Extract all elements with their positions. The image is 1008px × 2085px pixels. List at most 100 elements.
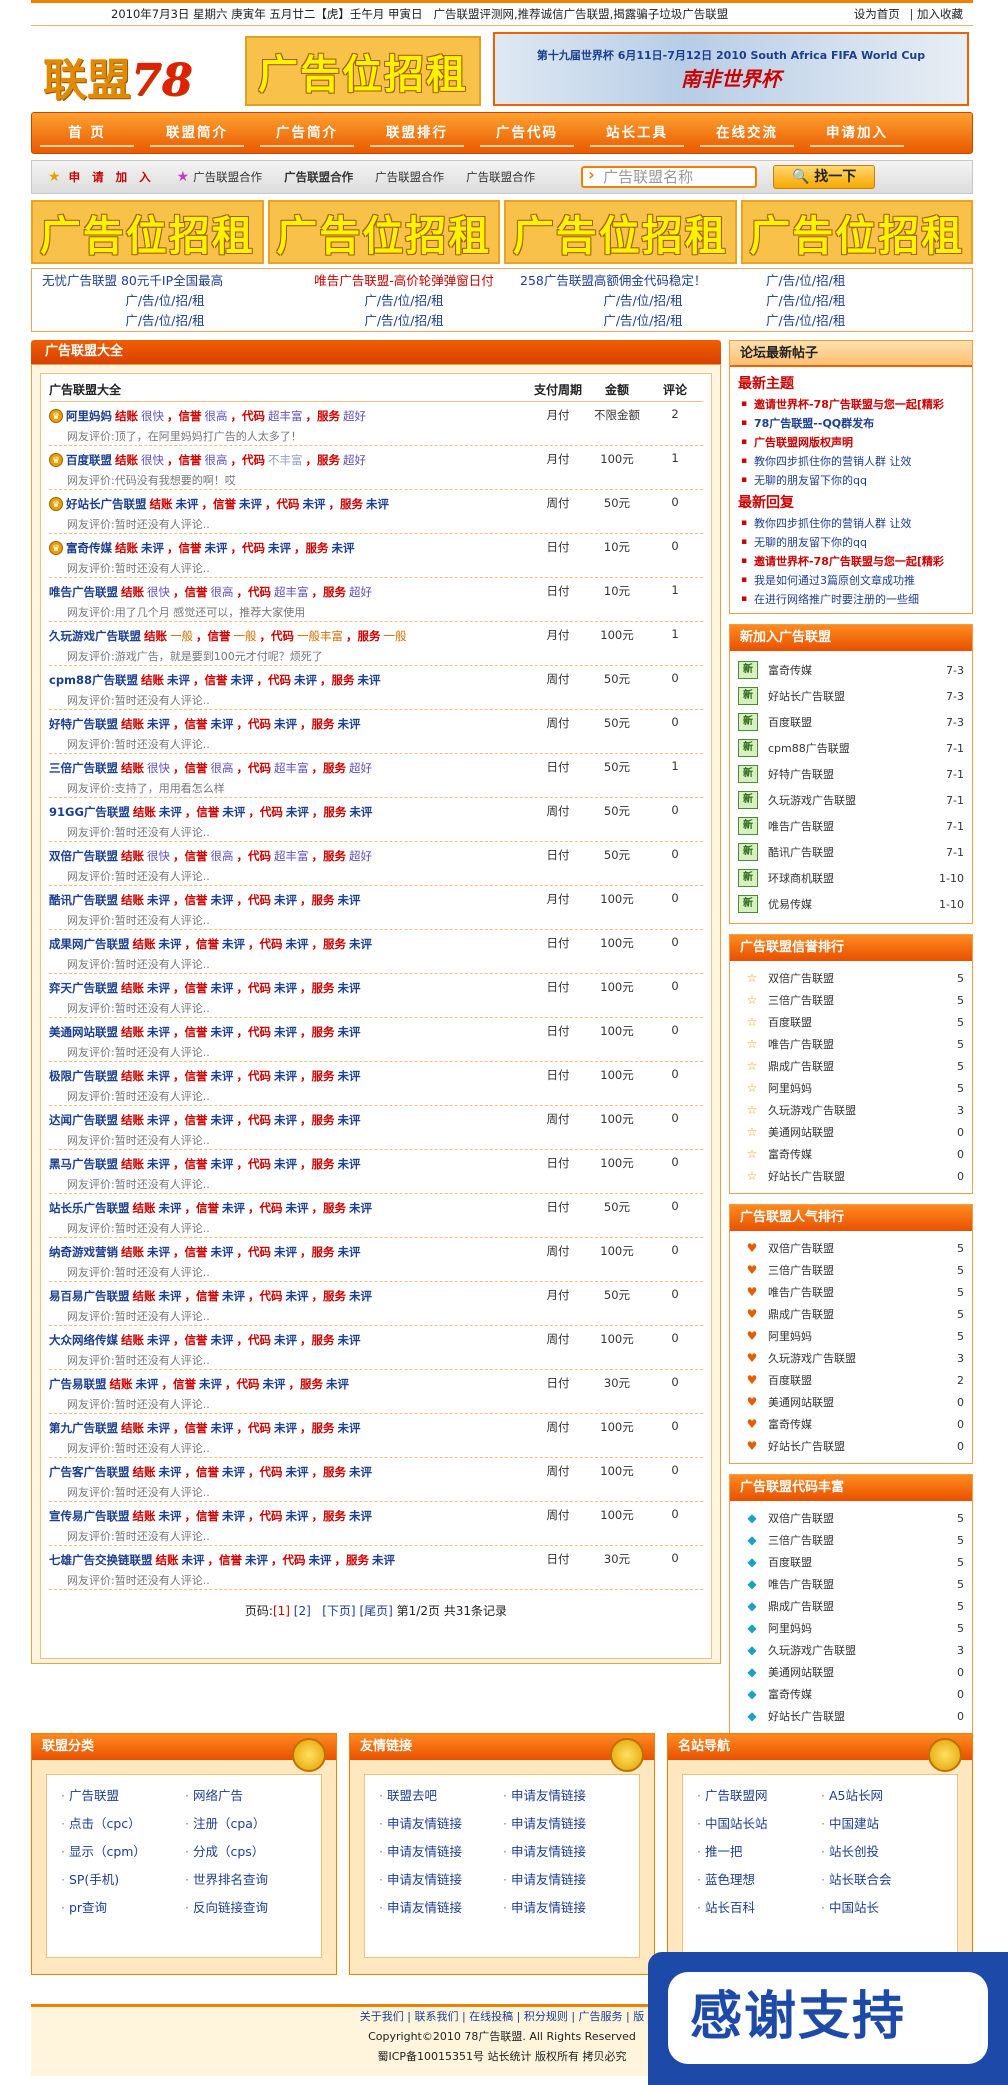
list-item[interactable]: 新环球商机联盟 1-10 xyxy=(738,865,964,891)
set-home-link[interactable]: 设为首页 xyxy=(854,7,900,21)
text-ad-link[interactable]: 广/告/位/招/租 xyxy=(520,311,766,331)
alliance-name-link[interactable]: 第九广告联盟 xyxy=(49,1420,118,1436)
favorite-link[interactable]: 加入收藏 xyxy=(917,7,963,21)
forum-post-link[interactable]: 在进行网络推广时要注册的一些细 xyxy=(738,593,919,606)
nav-item[interactable]: 在线交流 xyxy=(700,119,794,147)
rank-item[interactable]: ◆ 鼎成广告联盟 5 xyxy=(738,1595,964,1617)
bottom-link[interactable]: 蓝色理想 xyxy=(697,1869,821,1897)
alliance-name-link[interactable]: 弈天广告联盟 xyxy=(49,980,118,996)
rank-item[interactable]: ☆ 双倍广告联盟 5 xyxy=(738,967,964,989)
alliance-name-link[interactable]: 三倍广告联盟 xyxy=(49,760,118,776)
bottom-link[interactable]: A5站长网 xyxy=(821,1785,945,1813)
forum-post-link[interactable]: 邀请世界杯-78广告联盟与您一起[精彩 xyxy=(738,555,944,568)
bottom-link[interactable]: 反向链接查询 xyxy=(185,1897,309,1925)
alliance-name-link[interactable]: 阿里妈妈 xyxy=(66,408,112,424)
apply-join-link[interactable]: ★ 申 请 加 入 xyxy=(48,169,155,185)
rank-item[interactable]: ♥ 三倍广告联盟 5 xyxy=(738,1259,964,1281)
forum-post-link[interactable]: 教你四步抓住你的营销人群 让效 xyxy=(738,517,912,530)
nav-item[interactable]: 广告简介 xyxy=(260,119,354,147)
alliance-name-link[interactable]: 黑马广告联盟 xyxy=(49,1156,118,1172)
nav-item[interactable]: 广告代码 xyxy=(480,119,574,147)
bottom-link[interactable]: 世界排名查询 xyxy=(185,1869,309,1897)
list-item[interactable]: 新富奇传媒 7-3 xyxy=(738,657,964,683)
bottom-link[interactable]: 中国建站 xyxy=(821,1813,945,1841)
bottom-link[interactable]: 申请友情链接 xyxy=(503,1813,627,1841)
forum-post-link[interactable]: 邀请世界杯-78广告联盟与您一起[精彩 xyxy=(738,398,944,411)
forum-post-link[interactable]: 我是如何通过3篇原创文章成功推 xyxy=(738,574,915,587)
rank-item[interactable]: ☆ 唯告广告联盟 5 xyxy=(738,1033,964,1055)
big-ad-4[interactable]: 广告位招租 xyxy=(740,200,973,264)
rank-item[interactable]: ◆ 百度联盟 5 xyxy=(738,1551,964,1573)
text-ad-link[interactable]: 广/告/位/招/租 xyxy=(766,291,946,311)
text-ad-link[interactable]: 广/告/位/招/租 xyxy=(288,311,520,331)
rank-item[interactable]: ☆ 百度联盟 5 xyxy=(738,1011,964,1033)
cooperation-link-3[interactable]: 广告联盟合作 xyxy=(375,169,444,185)
text-ad-link[interactable]: 广/告/位/招/租 xyxy=(42,311,288,331)
alliance-name-link[interactable]: 七雄广告交换链联盟 xyxy=(49,1552,153,1568)
bottom-link[interactable]: 申请友情链接 xyxy=(379,1841,503,1869)
nav-item[interactable]: 站长工具 xyxy=(590,119,684,147)
rank-item[interactable]: ♥ 阿里妈妈 5 xyxy=(738,1325,964,1347)
next-page-link[interactable]: [下页] xyxy=(322,1604,355,1618)
text-ad-link[interactable]: 无忧广告联盟 80元千IP全国最高 xyxy=(42,271,288,291)
bottom-link[interactable]: 注册（cpa） xyxy=(185,1813,309,1841)
bottom-link[interactable]: 联盟去吧 xyxy=(379,1785,503,1813)
rank-item[interactable]: ♥ 唯告广告联盟 5 xyxy=(738,1281,964,1303)
alliance-name-link[interactable]: 唯告广告联盟 xyxy=(49,584,118,600)
nav-item[interactable]: 申请加入 xyxy=(810,119,904,147)
bottom-link[interactable]: 点击（cpc） xyxy=(61,1813,185,1841)
bottom-link[interactable]: 中国站长站 xyxy=(697,1813,821,1841)
alliance-name-link[interactable]: 纳奇游戏营销 xyxy=(49,1244,118,1260)
rank-item[interactable]: ◆ 好站长广告联盟 0 xyxy=(738,1705,964,1727)
alliance-name-link[interactable]: 富奇传媒 xyxy=(66,540,112,556)
text-ad-link[interactable]: 广/告/位/招/租 xyxy=(520,291,766,311)
list-item[interactable]: 新酷讯广告联盟 7-1 xyxy=(738,839,964,865)
search-button[interactable]: 🔍 找一下 xyxy=(773,165,876,189)
rank-item[interactable]: ☆ 阿里妈妈 5 xyxy=(738,1077,964,1099)
last-page-link[interactable]: [尾页] xyxy=(359,1604,392,1618)
text-ad-link[interactable]: 258广告联盟高额佣金代码稳定！ xyxy=(520,271,766,291)
big-ad-1[interactable]: 广告位招租 xyxy=(31,200,264,264)
page-1-link[interactable]: [1] xyxy=(273,1604,290,1618)
text-ad-link[interactable]: 唯告广告联盟-高价轮弹弹窗日付 xyxy=(288,271,520,291)
bottom-link[interactable]: SP(手机) xyxy=(61,1869,185,1897)
bottom-link[interactable]: 申请友情链接 xyxy=(379,1869,503,1897)
alliance-name-link[interactable]: cpm88广告联盟 xyxy=(49,672,138,688)
forum-post-link[interactable]: 无聊的朋友留下你的qq xyxy=(738,474,867,487)
alliance-name-link[interactable]: 达闻广告联盟 xyxy=(49,1112,118,1128)
alliance-name-link[interactable]: 百度联盟 xyxy=(66,452,112,468)
rank-item[interactable]: ♥ 鼎成广告联盟 5 xyxy=(738,1303,964,1325)
bottom-link[interactable]: 网络广告 xyxy=(185,1785,309,1813)
forum-post-link[interactable]: 教你四步抓住你的营销人群 让效 xyxy=(738,455,912,468)
alliance-name-link[interactable]: 酷讯广告联盟 xyxy=(49,892,118,908)
rank-item[interactable]: ☆ 好站长广告联盟 0 xyxy=(738,1165,964,1187)
text-ad-link[interactable]: 广/告/位/招/租 xyxy=(42,291,288,311)
alliance-name-link[interactable]: 91GG广告联盟 xyxy=(49,804,130,820)
bottom-link[interactable]: 申请友情链接 xyxy=(503,1785,627,1813)
alliance-name-link[interactable]: 成果网广告联盟 xyxy=(49,936,130,952)
list-item[interactable]: 新唯告广告联盟 7-1 xyxy=(738,813,964,839)
big-ad-2[interactable]: 广告位招租 xyxy=(267,200,500,264)
cooperation-link-1[interactable]: ★ 广告联盟合作 xyxy=(177,169,263,185)
rank-item[interactable]: ♥ 好站长广告联盟 0 xyxy=(738,1435,964,1457)
bottom-link[interactable]: 中国站长 xyxy=(821,1897,945,1925)
bottom-link[interactable]: 站长创投 xyxy=(821,1841,945,1869)
bottom-link[interactable]: pr查询 xyxy=(61,1897,185,1925)
alliance-name-link[interactable]: 好站长广告联盟 xyxy=(66,496,147,512)
rank-item[interactable]: ♥ 美通网站联盟 0 xyxy=(738,1391,964,1413)
text-ad-link[interactable]: 广/告/位/招/租 xyxy=(288,291,520,311)
list-item[interactable]: 新久玩游戏广告联盟 7-1 xyxy=(738,787,964,813)
bottom-link[interactable]: 站长联合会 xyxy=(821,1869,945,1897)
rank-item[interactable]: ☆ 富奇传媒 0 xyxy=(738,1143,964,1165)
cooperation-link-2[interactable]: 广告联盟合作 xyxy=(284,169,353,185)
cooperation-link-4[interactable]: 广告联盟合作 xyxy=(466,169,535,185)
list-item[interactable]: 新百度联盟 7-3 xyxy=(738,709,964,735)
bottom-link[interactable]: 推一把 xyxy=(697,1841,821,1869)
rank-item[interactable]: ☆ 美通网站联盟 0 xyxy=(738,1121,964,1143)
alliance-name-link[interactable]: 站长乐广告联盟 xyxy=(49,1200,130,1216)
text-ad-link[interactable]: 广/告/位/招/租 xyxy=(766,311,946,331)
alliance-name-link[interactable]: 好特广告联盟 xyxy=(49,716,118,732)
alliance-name-link[interactable]: 宣传易广告联盟 xyxy=(49,1508,130,1524)
rank-item[interactable]: ☆ 鼎成广告联盟 5 xyxy=(738,1055,964,1077)
alliance-name-link[interactable]: 双倍广告联盟 xyxy=(49,848,118,864)
